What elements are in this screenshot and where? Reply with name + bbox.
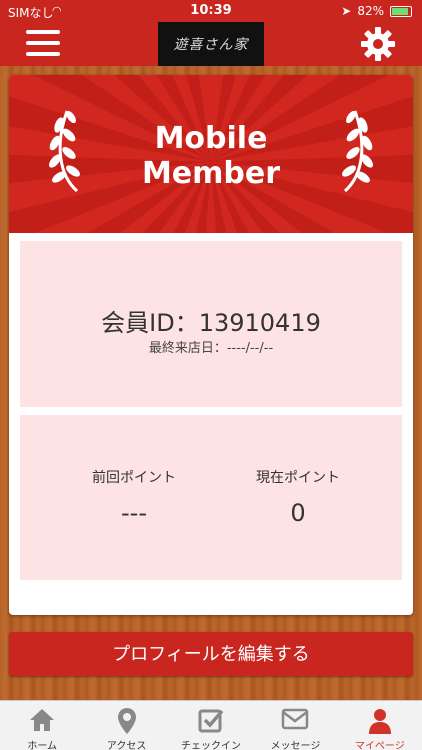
tab-label: マイページ — [354, 741, 405, 750]
member-id: 会員ID：13910419 — [101, 309, 321, 337]
tab-bar: ホーム アクセス チェックイン メッセージ マイページ — [0, 700, 422, 750]
tab-mypage[interactable]: マイページ — [338, 701, 422, 750]
current-points-value: 0 — [290, 499, 306, 527]
tab-label: メッセージ — [270, 741, 321, 750]
tab-checkin[interactable]: チェックイン — [169, 701, 253, 750]
status-bar: SIMなし ◠ 10:39 ➤ 82% — [0, 0, 422, 22]
edit-profile-button[interactable]: プロフィールを編集する — [9, 632, 413, 676]
tab-messages[interactable]: メッセージ — [253, 701, 337, 750]
member-id-panel: 会員ID：13910419 最終来店日：----/--/-- — [20, 241, 402, 407]
battery-percent: 82% — [357, 4, 384, 18]
tab-access[interactable]: アクセス — [84, 701, 168, 750]
tab-home[interactable]: ホーム — [0, 701, 84, 750]
current-points: 現在ポイント 0 — [218, 467, 378, 527]
checkin-icon — [198, 709, 224, 733]
person-icon — [368, 709, 391, 734]
status-right: ➤ 82% — [341, 4, 412, 18]
previous-points: 前回ポイント --- — [54, 467, 214, 527]
member-banner: Mobile Member — [9, 75, 413, 233]
last-visit-date: 最終来店日：----/--/-- — [148, 341, 274, 356]
previous-points-label: 前回ポイント — [92, 470, 176, 486]
tab-label: ホーム — [27, 741, 58, 750]
current-points-label: 現在ポイント — [256, 470, 340, 486]
tab-label: アクセス — [106, 741, 147, 750]
member-card: Mobile Member 会員ID：13910419 最終来店日：----/-… — [9, 75, 413, 615]
location-arrow-icon: ➤ — [341, 4, 352, 18]
top-bar: 遊喜さん家 — [0, 22, 422, 66]
tab-label: チェックイン — [181, 741, 242, 750]
home-icon — [30, 709, 55, 731]
location-pin-icon — [117, 708, 136, 734]
mail-icon — [282, 708, 309, 730]
logo[interactable]: 遊喜さん家 — [158, 22, 264, 66]
previous-points-value: --- — [121, 499, 147, 527]
gear-icon[interactable] — [360, 26, 396, 62]
laurel-icon — [342, 110, 373, 193]
points-panel: 前回ポイント --- 現在ポイント 0 — [20, 415, 402, 580]
menu-icon[interactable] — [26, 30, 60, 58]
battery-icon — [390, 5, 412, 17]
